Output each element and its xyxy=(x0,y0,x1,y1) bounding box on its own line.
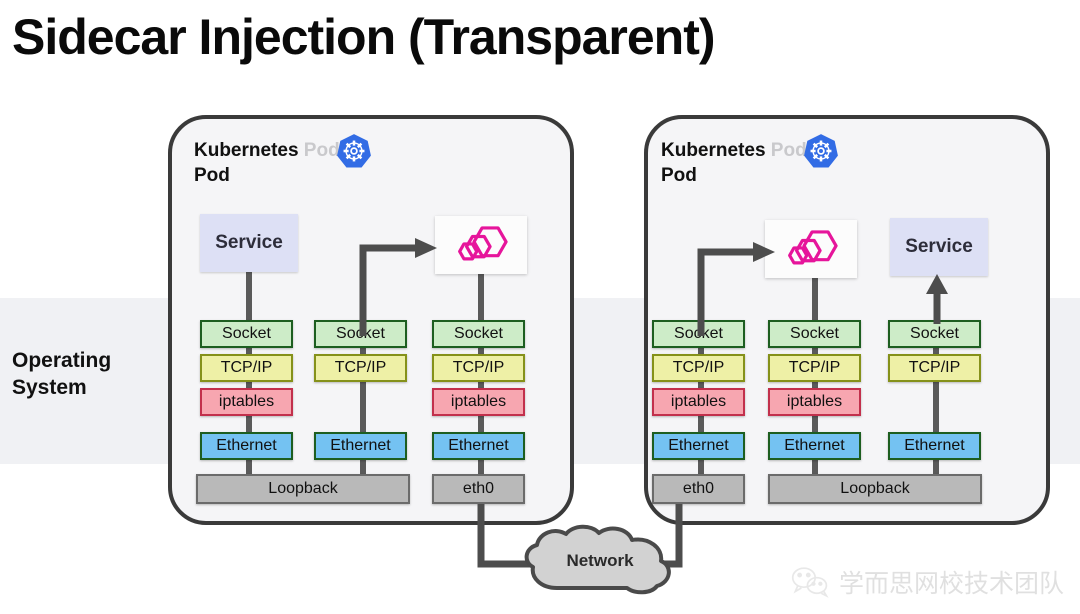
pod-left-title-line2: Pod xyxy=(194,165,230,186)
layer-box-tcpip: TCP/IP xyxy=(888,354,981,382)
layer-box-tcpip: TCP/IP xyxy=(768,354,861,382)
page-title: Sidecar Injection (Transparent) xyxy=(12,9,716,65)
wechat-icon xyxy=(791,567,829,598)
pod-right-service-box: Service xyxy=(890,218,988,276)
layer-box-tcpip: TCP/IP xyxy=(652,354,745,382)
pod-left-title-line1: Kubernetes xyxy=(194,140,299,161)
pod-right-title: Kubernetes Pod Kubernetes Pod xyxy=(661,138,807,188)
pod-right-title-line1: Kubernetes xyxy=(661,140,766,161)
pod-left-service-label: Service xyxy=(215,232,283,253)
envoy-logo-icon xyxy=(458,226,508,261)
slide-canvas: Sidecar Injection (Transparent) Operatin… xyxy=(0,0,1080,614)
layer-box-iptables: iptables xyxy=(432,388,525,416)
connector-line xyxy=(478,272,484,320)
network-label: Network xyxy=(566,551,634,570)
pod-right-title-line2: Pod xyxy=(661,165,697,186)
connector-line xyxy=(246,268,252,320)
layer-box-ethernet: Ethernet xyxy=(888,432,981,460)
arrow-to-envoy-left xyxy=(355,236,445,341)
arrow-to-service-right xyxy=(925,274,949,329)
interface-box-loopback: Loopback xyxy=(196,474,410,504)
os-label-line2: System xyxy=(12,376,87,399)
pod-left-envoy-box xyxy=(435,216,527,274)
layer-box-ethernet: Ethernet xyxy=(652,432,745,460)
watermark-text: 学而思网校技术团队 xyxy=(838,570,1064,598)
layer-box-tcpip: TCP/IP xyxy=(432,354,525,382)
watermark: 学而思网校技术团队 xyxy=(791,564,1064,600)
layer-box-iptables: iptables xyxy=(768,388,861,416)
layer-box-ethernet: Ethernet xyxy=(200,432,293,460)
arrow-to-envoy-right xyxy=(693,240,783,341)
layer-box-socket: Socket xyxy=(200,320,293,348)
layer-box-iptables: iptables xyxy=(200,388,293,416)
layer-box-tcpip: TCP/IP xyxy=(200,354,293,382)
kubernetes-icon xyxy=(337,134,371,168)
pod-right-service-label: Service xyxy=(905,236,973,257)
layer-box-socket: Socket xyxy=(432,320,525,348)
layer-box-tcpip: TCP/IP xyxy=(314,354,407,382)
layer-box-ethernet: Ethernet xyxy=(768,432,861,460)
os-label-line1: Operating xyxy=(12,349,112,372)
layer-box-iptables: iptables xyxy=(652,388,745,416)
operating-system-label: Operating System xyxy=(12,347,111,401)
envoy-logo-icon xyxy=(788,230,838,265)
connector-line xyxy=(812,276,818,320)
kubernetes-icon xyxy=(804,134,838,168)
interface-box-loopback: Loopback xyxy=(768,474,982,504)
layer-box-ethernet: Ethernet xyxy=(432,432,525,460)
pod-left-service-box: Service xyxy=(200,214,298,272)
layer-box-ethernet: Ethernet xyxy=(314,432,407,460)
pod-left-title: Kubernetes Pod Kubernetes Pod xyxy=(194,138,340,188)
